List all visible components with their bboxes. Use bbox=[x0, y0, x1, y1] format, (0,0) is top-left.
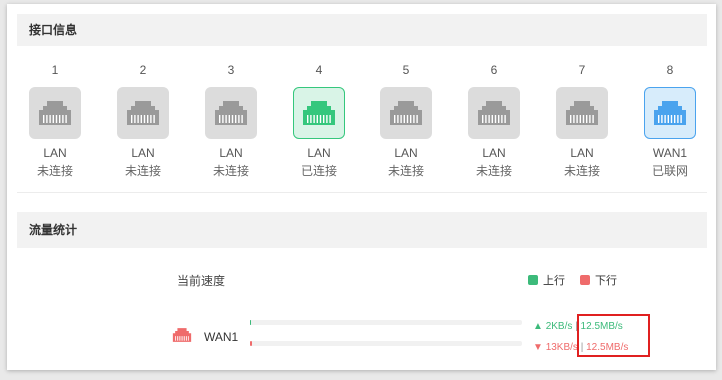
port-number: 2 bbox=[139, 63, 147, 77]
legend-upload: 上行 bbox=[528, 272, 565, 288]
port-type: LAN bbox=[394, 146, 418, 160]
upload-swatch bbox=[528, 275, 538, 285]
port-1: 1 LAN 未连接 bbox=[20, 62, 90, 179]
upload-bar-track bbox=[250, 320, 522, 325]
ethernet-port-icon bbox=[293, 87, 345, 139]
download-current: 13KB/s bbox=[545, 342, 578, 353]
port-status: 未连接 bbox=[212, 164, 249, 178]
port-5: 5 LAN 未连接 bbox=[371, 62, 441, 179]
port-4: 4 LAN 已连接 bbox=[284, 62, 354, 179]
legend-download: 下行 bbox=[580, 272, 617, 288]
port-number: 8 bbox=[666, 63, 674, 77]
ethernet-port-icon bbox=[380, 87, 432, 139]
ethernet-port-icon bbox=[205, 87, 257, 139]
up-arrow-icon: ▲ bbox=[533, 321, 543, 332]
port-number: 5 bbox=[402, 63, 410, 77]
port-status: 已联网 bbox=[651, 164, 688, 178]
ethernet-port-icon bbox=[117, 87, 169, 139]
port-type: LAN bbox=[131, 146, 155, 160]
port-type: LAN bbox=[307, 146, 331, 160]
port-info-header: 接口信息 bbox=[17, 14, 707, 46]
port-type: LAN bbox=[43, 146, 67, 160]
port-type: LAN bbox=[219, 146, 243, 160]
port-number: 6 bbox=[490, 63, 498, 77]
max-rate-highlight-box bbox=[577, 314, 650, 357]
ethernet-port-icon bbox=[644, 87, 696, 139]
legend-upload-label: 上行 bbox=[543, 275, 565, 287]
port-status: 未连接 bbox=[387, 164, 424, 178]
traffic-row-name: WAN1 bbox=[204, 330, 239, 344]
current-speed-label: 当前速度 bbox=[177, 274, 226, 288]
port-status: 未连接 bbox=[124, 164, 161, 178]
port-status: 未连接 bbox=[563, 164, 600, 178]
port-type: LAN bbox=[570, 146, 594, 160]
port-6: 6 LAN 未连接 bbox=[459, 62, 529, 179]
ethernet-port-icon bbox=[29, 87, 81, 139]
port-number: 1 bbox=[51, 63, 59, 77]
port-8-wan: 8 WAN1 已联网 bbox=[635, 62, 705, 179]
section-divider bbox=[17, 192, 707, 193]
traffic-stats-header: 流量统计 bbox=[17, 212, 707, 248]
upload-bar-fill bbox=[250, 320, 252, 325]
upload-current: 2KB/s bbox=[545, 321, 573, 332]
download-swatch bbox=[580, 275, 590, 285]
wan-port-icon bbox=[172, 327, 192, 343]
port-number: 3 bbox=[227, 63, 235, 77]
port-status: 未连接 bbox=[475, 164, 512, 178]
ethernet-port-icon bbox=[468, 87, 520, 139]
port-status: 已连接 bbox=[300, 164, 337, 178]
port-2: 2 LAN 未连接 bbox=[108, 62, 178, 179]
download-bar-fill bbox=[250, 341, 252, 346]
port-number: 4 bbox=[315, 63, 323, 77]
port-status: 未连接 bbox=[36, 164, 73, 178]
port-type: LAN bbox=[482, 146, 506, 160]
port-number: 7 bbox=[578, 63, 586, 77]
port-type: WAN1 bbox=[652, 146, 688, 160]
ethernet-port-icon bbox=[556, 87, 608, 139]
legend-download-label: 下行 bbox=[595, 275, 617, 287]
download-bar-track bbox=[250, 341, 522, 346]
router-status-panel: 接口信息 1 LAN 未连接 2 LAN 未连接 3 LAN 未连接 4 LAN… bbox=[7, 4, 716, 370]
port-3: 3 LAN 未连接 bbox=[196, 62, 266, 179]
port-7: 7 LAN 未连接 bbox=[547, 62, 617, 179]
down-arrow-icon: ▼ bbox=[533, 342, 543, 353]
